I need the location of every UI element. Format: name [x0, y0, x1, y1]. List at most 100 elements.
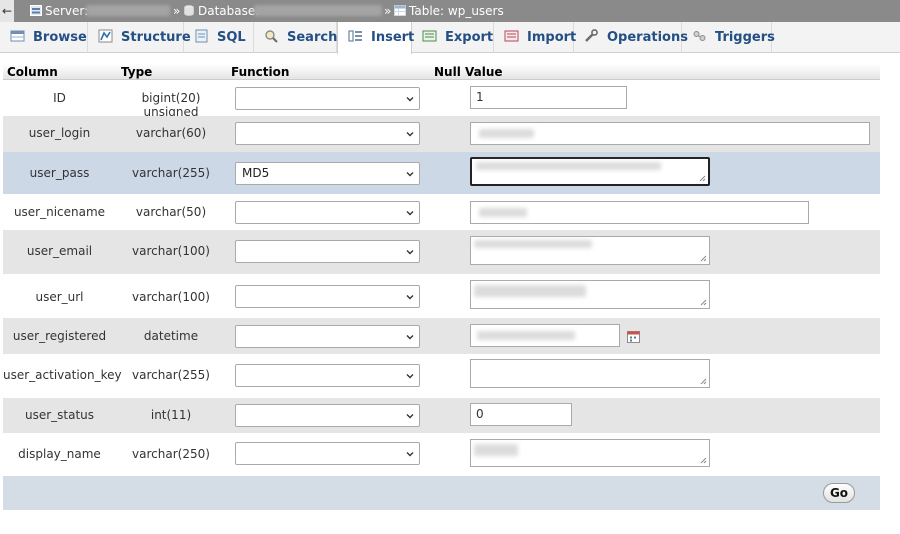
- go-button[interactable]: Go: [823, 483, 855, 503]
- redacted-value: [474, 444, 518, 456]
- tab-label: Triggers: [715, 30, 775, 45]
- tab-label: Insert: [371, 30, 415, 45]
- chevron-down-icon: [406, 295, 414, 300]
- function-select[interactable]: [235, 404, 420, 427]
- export-icon: [422, 30, 437, 42]
- value-textarea[interactable]: [470, 280, 710, 309]
- column-name: user_nicename: [13, 205, 106, 219]
- column-type: bigint(20) unsigned: [141, 91, 201, 119]
- redacted-value: [479, 129, 534, 138]
- function-select[interactable]: [235, 325, 420, 348]
- function-select[interactable]: [235, 201, 420, 224]
- redacted-value: [479, 208, 527, 217]
- breadcrumb-separator: »: [384, 4, 392, 18]
- operations-icon: [585, 29, 598, 42]
- column-name: user_pass: [29, 166, 90, 180]
- tab-import[interactable]: Import: [494, 22, 577, 53]
- column-name: user_url: [35, 290, 84, 304]
- chevron-down-icon: [406, 250, 414, 255]
- value-textarea[interactable]: [470, 359, 710, 388]
- redacted-database-name: [254, 5, 382, 16]
- breadcrumb-table-label: Table: wp_users: [409, 4, 504, 18]
- column-name: ID: [53, 91, 66, 105]
- value-textarea[interactable]: [470, 157, 710, 186]
- header-type: Type: [121, 65, 153, 79]
- function-select[interactable]: MD5: [235, 162, 420, 185]
- calendar-icon[interactable]: [627, 330, 640, 343]
- header-function: Function: [231, 65, 290, 79]
- header-value: Value: [465, 65, 503, 79]
- table-row: user_registered datetime: [3, 318, 880, 354]
- breadcrumb-server[interactable]: Server:: [30, 0, 88, 22]
- value-input[interactable]: 0: [470, 403, 572, 426]
- chevron-down-icon: [406, 414, 414, 419]
- function-value: MD5: [242, 166, 270, 180]
- column-name: display_name: [18, 447, 101, 461]
- tab-structure[interactable]: Structure: [88, 22, 191, 53]
- column-name: user_login: [28, 126, 91, 140]
- value-textarea[interactable]: [470, 439, 710, 467]
- chevron-down-icon: [406, 132, 414, 137]
- chevron-down-icon: [406, 211, 414, 216]
- tab-label: Structure: [121, 30, 191, 45]
- tab-label: Search: [287, 30, 338, 45]
- column-type: datetime: [143, 329, 199, 343]
- redacted-value: [476, 162, 661, 170]
- tab-operations[interactable]: Operations: [574, 22, 688, 53]
- function-select[interactable]: [235, 364, 420, 387]
- value-input[interactable]: 1: [470, 86, 627, 109]
- import-icon: [504, 30, 519, 42]
- function-select[interactable]: [235, 87, 420, 110]
- function-select[interactable]: [235, 122, 420, 145]
- form-footer: [3, 476, 880, 510]
- function-select[interactable]: [235, 442, 420, 465]
- resize-grip-icon[interactable]: [700, 378, 707, 385]
- table-row: user_url varchar(100): [3, 274, 880, 318]
- tab-browse[interactable]: Browse: [0, 22, 88, 53]
- insert-icon: [348, 30, 362, 42]
- column-type: int(11): [150, 408, 192, 422]
- tab-label: SQL: [217, 30, 246, 45]
- tab-label: Import: [527, 30, 577, 45]
- function-select[interactable]: [235, 240, 420, 263]
- tab-triggers[interactable]: Triggers: [682, 22, 775, 53]
- resize-grip-icon[interactable]: [700, 299, 707, 306]
- chevron-down-icon: [406, 452, 414, 457]
- column-type: varchar(60): [135, 126, 207, 140]
- breadcrumb-server-label: Server:: [45, 4, 89, 18]
- table-row: user_pass varchar(255) MD5: [3, 152, 880, 194]
- table-row: user_email varchar(100): [3, 230, 880, 274]
- value-input[interactable]: [470, 201, 809, 224]
- tab-search[interactable]: Search: [254, 22, 337, 53]
- chevron-down-icon: [406, 97, 414, 102]
- datetime-input[interactable]: [470, 324, 620, 347]
- structure-icon: [98, 29, 113, 43]
- value-input[interactable]: [470, 122, 870, 145]
- breadcrumb-table[interactable]: Table: wp_users: [394, 0, 504, 22]
- breadcrumb-database[interactable]: Database:: [183, 0, 259, 22]
- table-row: user_activation_key varchar(255): [3, 354, 880, 398]
- sql-icon: [195, 29, 208, 43]
- resize-grip-icon[interactable]: [699, 175, 706, 182]
- tab-label: Browse: [33, 30, 87, 45]
- redacted-server-name: [86, 5, 170, 16]
- function-select[interactable]: [235, 285, 420, 308]
- tab-insert[interactable]: Insert: [337, 22, 415, 54]
- header-column: Column: [7, 65, 58, 79]
- header-null: Null: [434, 65, 461, 79]
- table-icon: [394, 5, 406, 16]
- table-row: user_login varchar(60): [3, 116, 880, 152]
- column-name: user_activation_key: [3, 368, 122, 382]
- column-name: user_registered: [12, 329, 107, 343]
- resize-grip-icon[interactable]: [700, 457, 707, 464]
- tab-sql[interactable]: SQL: [184, 22, 254, 53]
- column-name: user_email: [26, 244, 93, 258]
- back-arrow-icon[interactable]: ←: [0, 0, 14, 22]
- chevron-down-icon: [406, 335, 414, 340]
- chevron-down-icon: [406, 374, 414, 379]
- table-row: user_status int(11) 0: [3, 398, 880, 433]
- column-type: varchar(100): [132, 290, 210, 304]
- tab-export[interactable]: Export: [412, 22, 494, 53]
- resize-grip-icon[interactable]: [700, 255, 707, 262]
- value-textarea[interactable]: [470, 236, 710, 265]
